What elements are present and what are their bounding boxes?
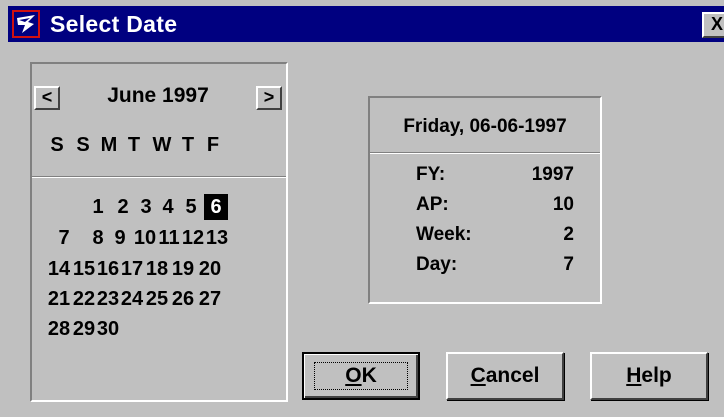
cancel-button-label: Cancel (448, 364, 562, 388)
close-button[interactable]: X (702, 12, 724, 38)
select-date-dialog: Select Date X < June 1997 > S S M T W T … (0, 0, 724, 417)
help-button-label: Help (592, 364, 706, 388)
weekday-header: M (100, 134, 118, 156)
day-cell[interactable]: 18 (144, 256, 170, 282)
day-cell[interactable]: 5 (181, 194, 201, 220)
help-mnemonic: H (626, 364, 642, 387)
week-value: 2 (563, 224, 574, 245)
day-cell[interactable]: 7 (54, 225, 74, 251)
day-cell[interactable]: 16 (95, 256, 121, 282)
app-eagle-icon[interactable] (12, 10, 40, 38)
day-cell[interactable]: 10 (132, 225, 158, 251)
day-cell[interactable]: 22 (71, 286, 97, 312)
day-cell[interactable]: 13 (204, 225, 230, 251)
week-label: Week: (416, 224, 472, 245)
month-title: June 1997 (107, 84, 209, 107)
day-cell[interactable]: 28 (46, 316, 72, 342)
help-label-rest: elp (641, 364, 672, 387)
previous-month-button[interactable]: < (34, 86, 60, 110)
day-cell[interactable]: 12 (180, 225, 206, 251)
day-cell[interactable]: 9 (110, 225, 130, 251)
day-cell[interactable]: 17 (119, 256, 145, 282)
day-cell[interactable]: 14 (46, 256, 72, 282)
calendar-divider (32, 176, 286, 178)
fy-label: FY: (416, 164, 446, 185)
date-info-panel: Friday, 06-06-1997 FY: 1997 AP: 10 Week:… (368, 96, 602, 304)
day-cell-selected[interactable]: 6 (204, 194, 228, 220)
help-button[interactable]: Help (590, 352, 708, 400)
day-cell[interactable]: 15 (71, 256, 97, 282)
ap-value: 10 (552, 194, 574, 215)
day-cell[interactable]: 29 (71, 316, 97, 342)
cancel-button[interactable]: Cancel (446, 352, 564, 400)
weekday-header: W (152, 134, 172, 156)
ok-label-rest: K (361, 364, 377, 387)
weekday-header: T (127, 134, 141, 156)
weekday-header: S (50, 134, 64, 156)
cancel-label-rest: ancel (485, 364, 540, 387)
info-divider (370, 152, 600, 154)
day-label: Day: (416, 254, 458, 275)
selected-date-label: Friday, 06-06-1997 (403, 116, 567, 137)
weekday-header: S (76, 134, 90, 156)
title-bar: Select Date X (8, 6, 724, 42)
day-cell[interactable]: 23 (95, 286, 121, 312)
day-cell[interactable]: 27 (197, 286, 223, 312)
weekday-header: T (181, 134, 195, 156)
day-cell[interactable]: 8 (88, 225, 108, 251)
day-cell[interactable]: 24 (119, 286, 145, 312)
ok-button-label: OK (304, 364, 418, 388)
ap-label: AP: (416, 194, 449, 215)
day-cell[interactable]: 19 (170, 256, 196, 282)
ok-mnemonic: O (345, 364, 362, 387)
day-cell[interactable]: 4 (158, 194, 178, 220)
next-month-button[interactable]: > (256, 86, 282, 110)
day-cell[interactable]: 1 (88, 194, 108, 220)
day-cell[interactable]: 30 (95, 316, 121, 342)
dialog-title: Select Date (50, 11, 178, 37)
day-cell[interactable]: 11 (156, 225, 182, 251)
cancel-mnemonic: C (470, 364, 486, 387)
day-cell[interactable]: 20 (197, 256, 223, 282)
day-cell[interactable]: 21 (46, 286, 72, 312)
ok-button[interactable]: OK (302, 352, 420, 400)
day-cell[interactable]: 3 (136, 194, 156, 220)
day-cell[interactable]: 25 (144, 286, 170, 312)
calendar-panel: < June 1997 > S S M T W T F 1 2 3 4 5 6 … (30, 62, 288, 402)
fy-value: 1997 (531, 164, 574, 185)
day-cell[interactable]: 26 (170, 286, 196, 312)
day-cell[interactable]: 2 (113, 194, 133, 220)
weekday-header: F (206, 134, 220, 156)
day-value: 7 (563, 254, 574, 275)
